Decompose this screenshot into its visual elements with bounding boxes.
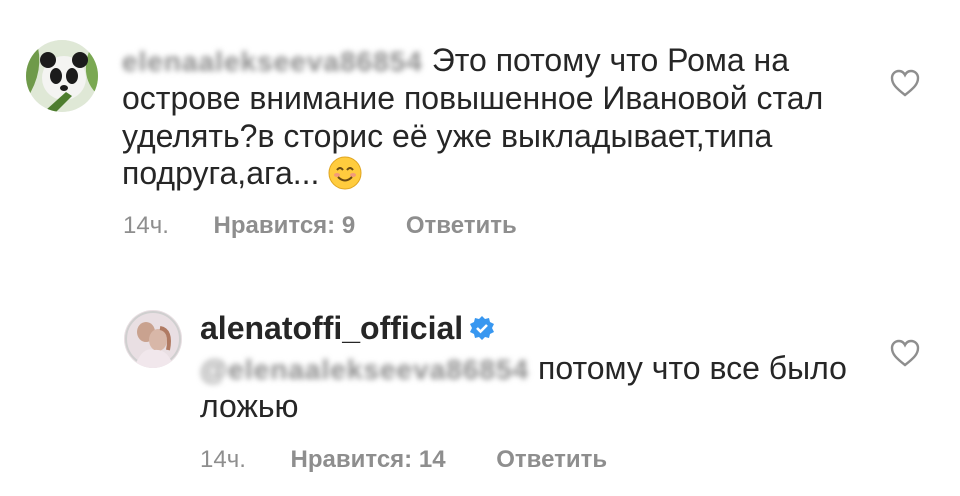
comment-mention-link[interactable]: @elenaalekseeva86854 (200, 353, 529, 386)
reply-button[interactable]: Ответить (496, 446, 607, 473)
avatar[interactable] (26, 40, 98, 112)
smiling-face-emoji-icon (328, 156, 362, 199)
verified-badge-icon (469, 312, 495, 350)
comment-meta: 14ч. Нравится: 9 Ответить (123, 212, 561, 240)
likes-count-button[interactable]: Нравится: 9 (214, 212, 356, 239)
panda-avatar-image (26, 40, 98, 112)
reply-button[interactable]: Ответить (406, 212, 517, 239)
comment-text: alenatoffi_official @elenaalekseeva86854… (200, 310, 880, 425)
likes-count-button[interactable]: Нравится: 14 (291, 446, 446, 473)
profile-photo-avatar-image (124, 310, 182, 368)
comment-username[interactable]: elenaalekseeva86854 (122, 45, 423, 78)
like-heart-icon[interactable] (890, 69, 920, 97)
like-heart-icon[interactable] (890, 339, 920, 367)
comment-meta: 14ч. Нравится: 14 Ответить (200, 446, 651, 474)
comment-time: 14ч. (200, 446, 246, 473)
comment-text: elenaalekseeva86854 Это потому что Рома … (122, 42, 842, 199)
avatar[interactable] (124, 310, 182, 368)
comment-time: 14ч. (123, 212, 169, 239)
comment-username[interactable]: alenatoffi_official (200, 310, 463, 346)
